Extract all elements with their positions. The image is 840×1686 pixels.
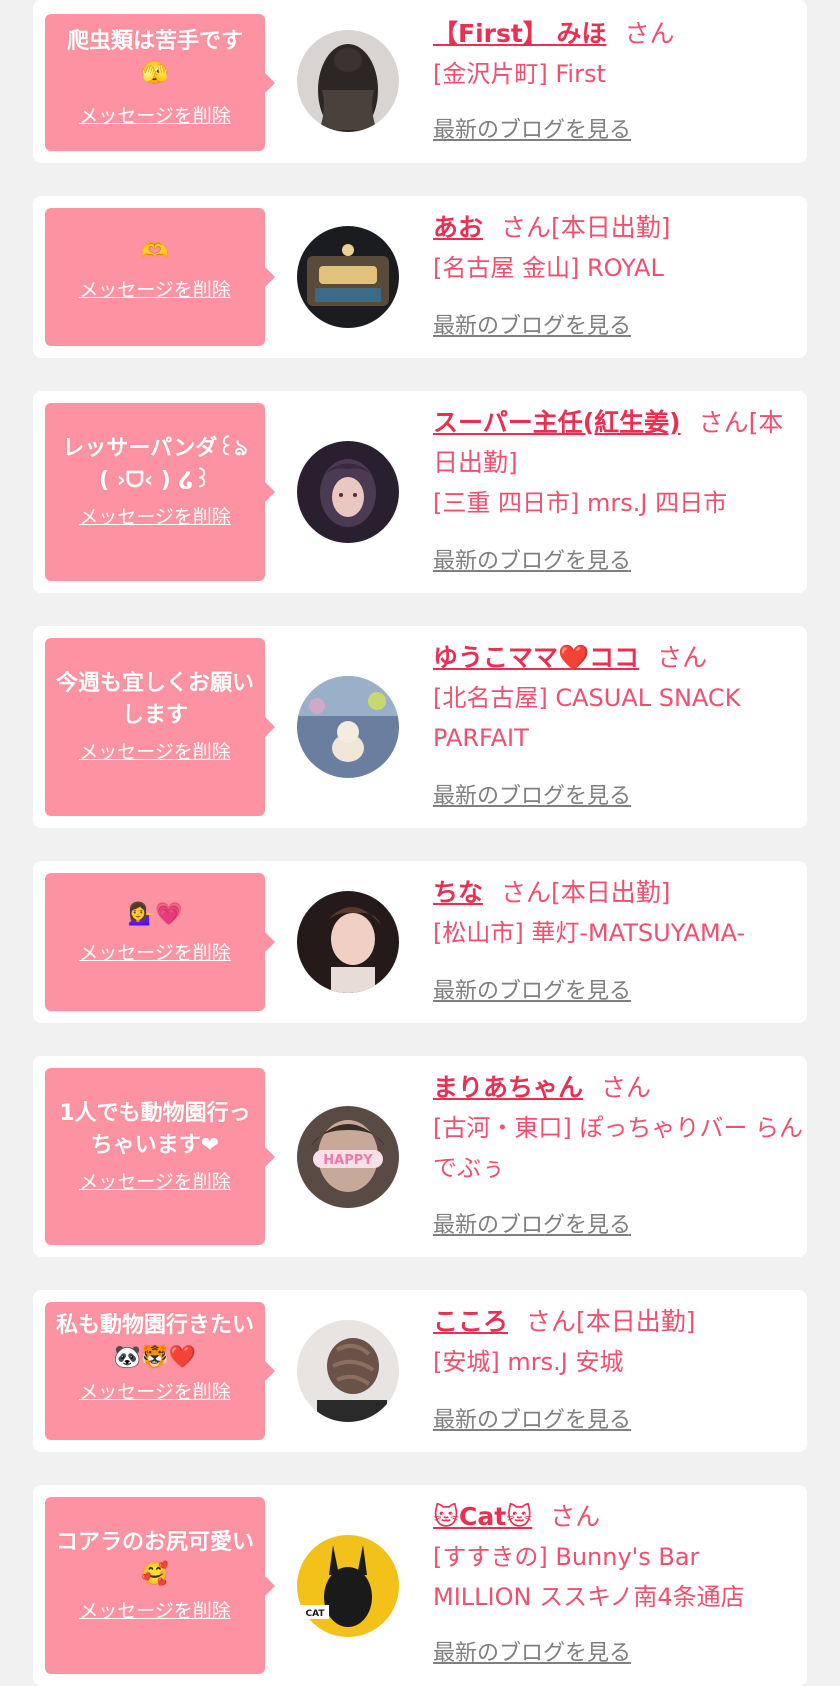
member-name-link[interactable]: 【First】 みほ: [433, 19, 607, 48]
name-line: こころ さん[本日出勤]: [433, 1302, 803, 1342]
avatar[interactable]: [297, 441, 399, 543]
latest-blog-link[interactable]: 最新のブログを見る: [433, 782, 631, 812]
latest-blog-link[interactable]: 最新のブログを見る: [433, 547, 631, 577]
delete-message-link[interactable]: メッセージを削除: [45, 1170, 265, 1194]
delete-message-link[interactable]: メッセージを削除: [45, 104, 265, 128]
name-line: 🐱Cat🐱 さん: [433, 1497, 803, 1537]
message-text: 今週も宜しくお願いします: [55, 671, 254, 728]
delete-message-link[interactable]: メッセージを削除: [45, 1599, 265, 1623]
member-info: あお さん[本日出勤] [名古屋 金山] ROYAL: [433, 208, 803, 288]
message-card: 私も動物園行きたい🐼🐯❤️ メッセージを削除 こころ さん[本日出勤] [安城] …: [33, 1290, 807, 1452]
shop-name: [すすきの] Bunny's Bar MILLION ススキノ南4条通店: [433, 1543, 745, 1611]
delete-message-link[interactable]: メッセージを削除: [45, 941, 265, 965]
member-info: 【First】 みほ さん [金沢片町] First: [433, 14, 803, 94]
name-suffix: さん: [550, 1502, 601, 1531]
message-text: レッサーパンダ꒰ঌ ( ›ᗜ‹ ) ໒꒱: [62, 436, 248, 493]
message-bubble: コアラのお尻可愛い🥰 メッセージを削除: [45, 1497, 275, 1674]
name-suffix: さん: [657, 643, 708, 672]
message-text: コアラのお尻可愛い🥰: [55, 1530, 254, 1587]
avatar[interactable]: [297, 676, 399, 778]
name-suffix: さん[本日出勤]: [501, 878, 671, 907]
message-card: 爬虫類は苦手です🫣 メッセージを削除 【First】 みほ さん [金沢片町] F…: [33, 0, 807, 163]
member-name-link[interactable]: こころ: [433, 1307, 508, 1336]
avatar[interactable]: [297, 1320, 399, 1422]
latest-blog-link[interactable]: 最新のブログを見る: [433, 1211, 631, 1241]
member-name-link[interactable]: まりあちゃん: [433, 1073, 583, 1102]
member-name-link[interactable]: ちな: [433, 878, 483, 907]
message-text: 爬虫類は苦手です🫣: [66, 29, 243, 86]
message-bubble: 🫶 メッセージを削除: [45, 208, 275, 346]
name-suffix: さん[本日出勤]: [526, 1307, 696, 1336]
shop-name: [名古屋 金山] ROYAL: [433, 254, 664, 282]
message-text: 私も動物園行きたい🐼🐯❤️: [55, 1313, 254, 1370]
message-list: 爬虫類は苦手です🫣 メッセージを削除 【First】 みほ さん [金沢片町] F…: [0, 0, 840, 1686]
delete-message-link[interactable]: メッセージを削除: [45, 740, 265, 764]
message-card: コアラのお尻可愛い🥰 メッセージを削除 CAT 🐱Cat🐱 さん [すすきの] B…: [33, 1485, 807, 1686]
member-info: こころ さん[本日出勤] [安城] mrs.J 安城: [433, 1302, 803, 1382]
delete-message-link[interactable]: メッセージを削除: [45, 1380, 265, 1404]
svg-text:HAPPY: HAPPY: [323, 1153, 373, 1168]
shop-name: [安城] mrs.J 安城: [433, 1348, 624, 1376]
avatar[interactable]: CAT: [297, 1535, 399, 1637]
message-bubble: 1人でも動物園行っちゃいます❤ メッセージを削除: [45, 1068, 275, 1245]
name-suffix: さん[本日出勤]: [501, 213, 671, 242]
member-name-link[interactable]: スーパー主任(紅生姜): [433, 408, 681, 437]
member-info: ちな さん[本日出勤] [松山市] 華灯-MATSUYAMA-: [433, 873, 803, 953]
latest-blog-link[interactable]: 最新のブログを見る: [433, 1406, 631, 1436]
message-text: 1人でも動物園行っちゃいます❤: [59, 1101, 251, 1158]
avatar[interactable]: [297, 30, 399, 132]
name-line: まりあちゃん さん: [433, 1068, 803, 1108]
shop-name: [松山市] 華灯-MATSUYAMA-: [433, 919, 746, 947]
shop-name: [金沢片町] First: [433, 60, 606, 88]
message-card: レッサーパンダ꒰ঌ ( ›ᗜ‹ ) ໒꒱ メッセージを削除 スーパー主任(紅生姜…: [33, 391, 807, 593]
latest-blog-link[interactable]: 最新のブログを見る: [433, 312, 631, 342]
member-name-link[interactable]: あお: [433, 213, 483, 242]
name-line: ちな さん[本日出勤]: [433, 873, 803, 913]
name-line: 【First】 みほ さん: [433, 14, 803, 54]
shop-name: [北名古屋] CASUAL SNACK PARFAIT: [433, 684, 741, 752]
svg-text:CAT: CAT: [305, 1609, 325, 1619]
delete-message-link[interactable]: メッセージを削除: [45, 278, 265, 302]
member-name-link[interactable]: ゆうこママ❤️ココ: [433, 643, 639, 672]
name-line: スーパー主任(紅生姜) さん[本日出勤]: [433, 403, 803, 483]
avatar[interactable]: [297, 891, 399, 993]
member-info: まりあちゃん さん [古河・東口] ぽっちゃりバー らんでぶぅ: [433, 1068, 803, 1188]
name-suffix: さん: [624, 19, 675, 48]
name-line: あお さん[本日出勤]: [433, 208, 803, 248]
shop-name: [古河・東口] ぽっちゃりバー らんでぶぅ: [433, 1114, 803, 1182]
name-line: ゆうこママ❤️ココ さん: [433, 638, 803, 678]
avatar[interactable]: HAPPY: [297, 1106, 399, 1208]
message-bubble: 💁‍♀️💗 メッセージを削除: [45, 873, 275, 1011]
name-suffix: さん: [601, 1073, 652, 1102]
delete-message-link[interactable]: メッセージを削除: [45, 505, 265, 529]
latest-blog-link[interactable]: 最新のブログを見る: [433, 116, 631, 146]
message-text: 🫶: [141, 239, 169, 264]
latest-blog-link[interactable]: 最新のブログを見る: [433, 977, 631, 1007]
message-bubble: 爬虫類は苦手です🫣 メッセージを削除: [45, 14, 275, 151]
message-text: 💁‍♀️💗: [127, 902, 183, 927]
member-info: 🐱Cat🐱 さん [すすきの] Bunny's Bar MILLION ススキノ南…: [433, 1497, 803, 1617]
message-card: 今週も宜しくお願いします メッセージを削除 ゆうこママ❤️ココ さん [北名古屋]…: [33, 626, 807, 828]
member-info: ゆうこママ❤️ココ さん [北名古屋] CASUAL SNACK PARFAIT: [433, 638, 803, 758]
message-bubble: レッサーパンダ꒰ঌ ( ›ᗜ‹ ) ໒꒱ メッセージを削除: [45, 403, 275, 581]
member-name-link[interactable]: 🐱Cat🐱: [433, 1502, 532, 1531]
message-bubble: 今週も宜しくお願いします メッセージを削除: [45, 638, 275, 816]
message-bubble: 私も動物園行きたい🐼🐯❤️ メッセージを削除: [45, 1302, 275, 1440]
avatar[interactable]: [297, 226, 399, 328]
message-card: 1人でも動物園行っちゃいます❤ メッセージを削除 HAPPY まりあちゃん さん …: [33, 1056, 807, 1257]
message-card: 💁‍♀️💗 メッセージを削除 ちな さん[本日出勤] [松山市] 華灯-MATSU…: [33, 861, 807, 1023]
message-card: 🫶 メッセージを削除 あお さん[本日出勤] [名古屋 金山] ROYAL 最新の…: [33, 196, 807, 358]
shop-name: [三重 四日市] mrs.J 四日市: [433, 489, 728, 517]
member-info: スーパー主任(紅生姜) さん[本日出勤] [三重 四日市] mrs.J 四日市: [433, 403, 803, 523]
latest-blog-link[interactable]: 最新のブログを見る: [433, 1639, 631, 1669]
